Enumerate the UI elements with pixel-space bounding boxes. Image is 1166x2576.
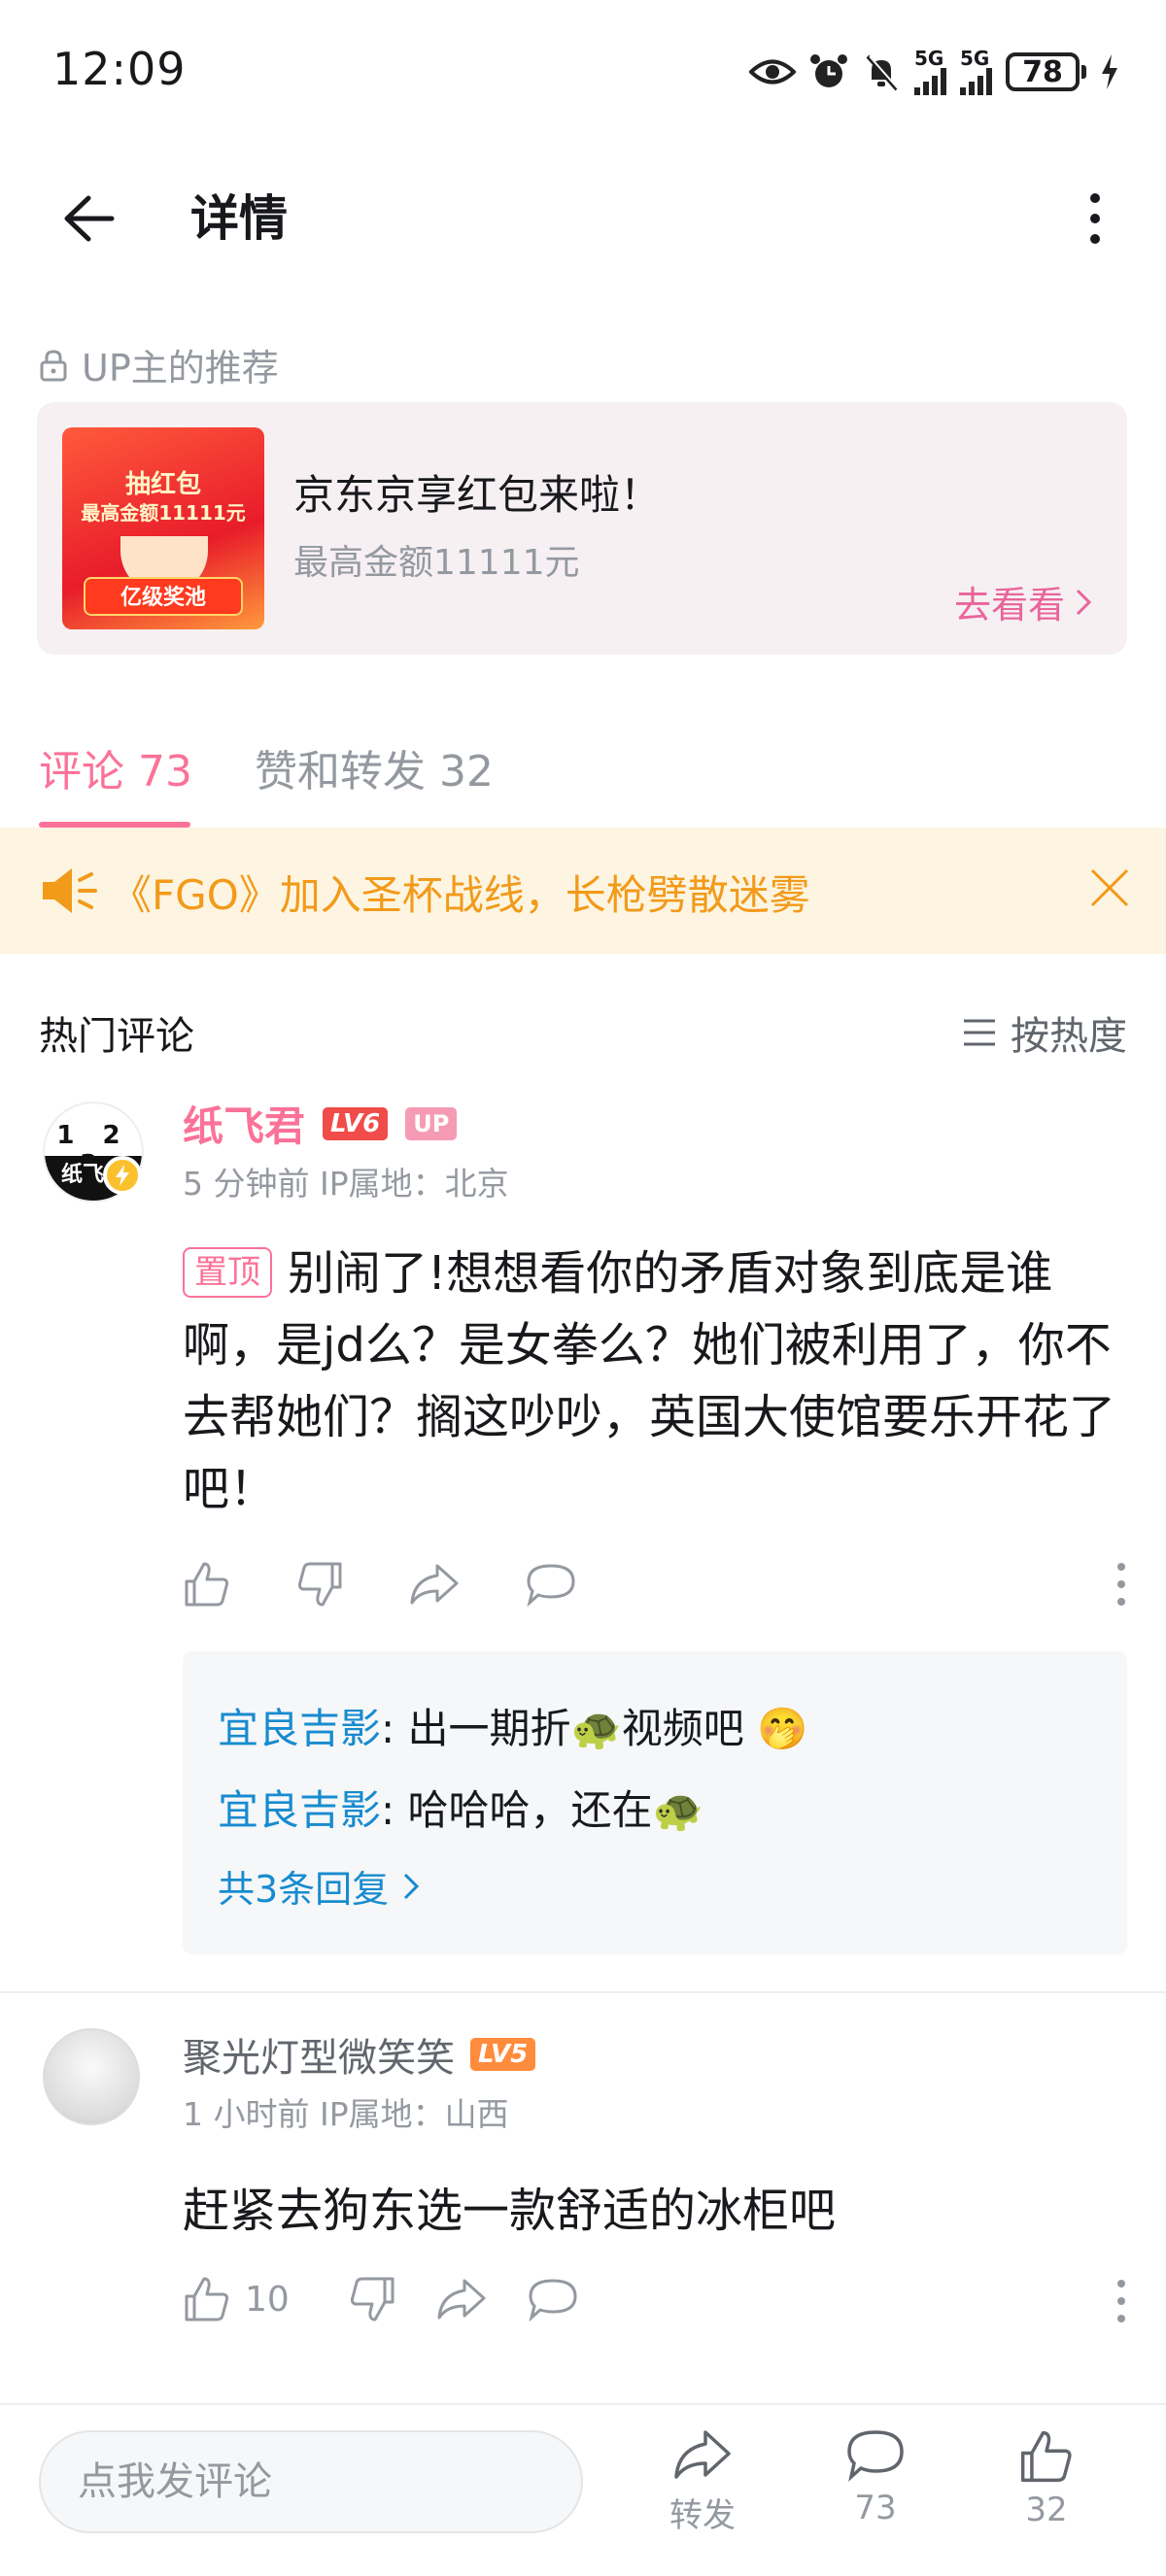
reply-item[interactable]: 宜良吉影: 哈哈哈，还在🐢 <box>218 1778 703 1837</box>
close-icon[interactable] <box>1088 866 1131 909</box>
more-vertical-icon[interactable] <box>1115 1562 1127 1607</box>
lightning-badge-icon <box>103 1156 142 1195</box>
avatar[interactable] <box>43 2028 140 2125</box>
sort-button[interactable]: 按热度 <box>962 1004 1127 1061</box>
comment-meta: 5 分钟前 IP属地：北京 <box>183 1165 509 1203</box>
back-button[interactable] <box>54 185 122 253</box>
alarm-icon <box>810 54 847 87</box>
thumb-text-3: 亿级奖池 <box>84 577 243 616</box>
lock-icon <box>40 349 67 381</box>
mute-bell-icon <box>866 54 900 91</box>
divider <box>0 2403 1166 2405</box>
comment-username[interactable]: 纸飞君 LV6 UP <box>183 1094 458 1153</box>
recommend-title: 京东京享红包来啦！ <box>293 471 662 519</box>
chevron-right-icon <box>1076 589 1092 615</box>
comment-meta: 1 小时前 IP属地：山西 <box>183 2095 509 2133</box>
share-button[interactable]: 转发 <box>649 2428 756 2536</box>
charging-icon <box>1102 54 1117 89</box>
reply-preview-box[interactable]: 宜良吉影: 出一期折🐢视频吧 🤭 宜良吉影: 哈哈哈，还在🐢 共3条回复 <box>183 1651 1127 1954</box>
more-replies-text: 共3条回复 <box>218 1868 390 1911</box>
eye-icon <box>749 59 796 85</box>
comment-text: 赶紧去狗东选一款舒适的冰柜吧 <box>183 2184 837 2238</box>
signal-2: 5G <box>960 49 992 95</box>
arrow-left-icon <box>64 195 115 242</box>
reply-text: : 哈哈哈，还在🐢 <box>381 1786 703 1834</box>
username-text: 聚光灯型微笑笑 <box>183 2036 455 2081</box>
comment-body: 别闹了!想想看你的矛盾对象到底是谁啊，是jd么？是女拳么？她们被利用了，你不去帮… <box>183 1246 1116 1516</box>
share-icon <box>674 2430 731 2479</box>
battery-level: 78 <box>1006 52 1080 91</box>
sort-list-icon <box>964 1019 995 1046</box>
sort-label: 按热度 <box>1011 1014 1127 1059</box>
share-icon[interactable] <box>408 1562 461 1607</box>
recommend-go-text: 去看看 <box>953 584 1065 627</box>
thumb-text-2: 最高金额11111元 <box>81 501 246 525</box>
status-icons: 5G 5G 78 <box>749 49 1119 95</box>
like-count: 32 <box>1025 2491 1068 2529</box>
thumb-up-icon <box>1020 2430 1072 2483</box>
comment-count: 73 <box>854 2489 897 2527</box>
notice-banner[interactable]: 《FGO》加入圣杯战线，长枪劈散迷雾 <box>0 828 1166 954</box>
reply-text: : 出一期折🐢视频吧 🤭 <box>381 1705 808 1752</box>
hot-comments-title: 热门评论 <box>39 1014 194 1059</box>
thumb-up-icon[interactable] <box>183 1560 231 1609</box>
reply-item[interactable]: 宜良吉影: 出一期折🐢视频吧 🤭 <box>218 1696 807 1755</box>
recommend-thumbnail: 抽红包 最高金额11111元 亿级奖池 <box>62 427 264 629</box>
recommend-label-text: UP主的推荐 <box>82 347 279 390</box>
more-vertical-icon[interactable] <box>1115 2279 1127 2323</box>
thumb-down-icon[interactable] <box>348 2275 396 2323</box>
network-type-label: 5G <box>960 47 990 70</box>
reply-username[interactable]: 宜良吉影 <box>218 1786 381 1834</box>
comment-text: 置顶 别闹了!想想看你的矛盾对象到底是谁啊，是jd么？是女拳么？她们被利用了，你不… <box>183 1237 1135 1525</box>
network-type-label: 5G <box>914 47 944 70</box>
divider <box>0 1991 1166 1993</box>
more-options-button[interactable] <box>1071 185 1119 253</box>
thumb-text-1: 抽红包 <box>124 470 201 499</box>
chevron-right-icon <box>404 1873 420 1899</box>
notice-text: 《FGO》加入圣杯战线，长枪劈散迷雾 <box>111 871 810 919</box>
level-badge: LV6 <box>323 1106 389 1140</box>
thumb-up-icon <box>185 2277 229 2322</box>
up-badge: UP <box>405 1106 458 1140</box>
like-count-button[interactable]: 32 <box>993 2428 1100 2529</box>
reply-username[interactable]: 宜良吉影 <box>218 1705 381 1752</box>
signal-1: 5G <box>914 49 946 95</box>
pinned-badge: 置顶 <box>183 1247 272 1298</box>
tab-comments[interactable]: 评论 73 <box>39 736 192 798</box>
page-title: 详情 <box>190 190 288 247</box>
share-label: 转发 <box>669 2496 736 2535</box>
level-badge: LV5 <box>470 2038 536 2071</box>
like-count: 10 <box>245 2279 290 2320</box>
comment-icon <box>847 2430 904 2482</box>
speaker-icon <box>43 868 97 913</box>
thumb-down-icon[interactable] <box>295 1560 344 1609</box>
like-button[interactable]: 10 <box>183 2275 290 2323</box>
comment-count-button[interactable]: 73 <box>822 2428 929 2527</box>
recommend-subtitle: 最高金额11111元 <box>293 543 580 583</box>
comment-input[interactable]: 点我发评论 <box>39 2430 583 2533</box>
username-text: 纸飞君 <box>183 1102 306 1150</box>
share-icon[interactable] <box>435 2277 488 2322</box>
reply-icon[interactable] <box>527 2277 579 2322</box>
comment-actions: 10 <box>183 2275 579 2323</box>
tab-likes-shares[interactable]: 赞和转发 32 <box>255 736 494 798</box>
more-vertical-icon <box>1090 193 1100 244</box>
reply-icon[interactable] <box>525 1562 577 1607</box>
view-more-replies-link[interactable]: 共3条回复 <box>218 1859 420 1913</box>
comment-username[interactable]: 聚光灯型微笑笑 LV5 <box>183 2026 536 2083</box>
up-recommend-label: UP主的推荐 <box>39 338 279 391</box>
recommend-card[interactable]: 抽红包 最高金额11111元 亿级奖池 京东京享红包来啦！ 最高金额11111元… <box>37 402 1127 655</box>
recommend-go-link[interactable]: 去看看 <box>954 575 1092 628</box>
comment-actions <box>183 1560 577 1609</box>
battery-icon: 78 <box>1006 52 1086 91</box>
status-time: 12:09 <box>52 43 187 95</box>
